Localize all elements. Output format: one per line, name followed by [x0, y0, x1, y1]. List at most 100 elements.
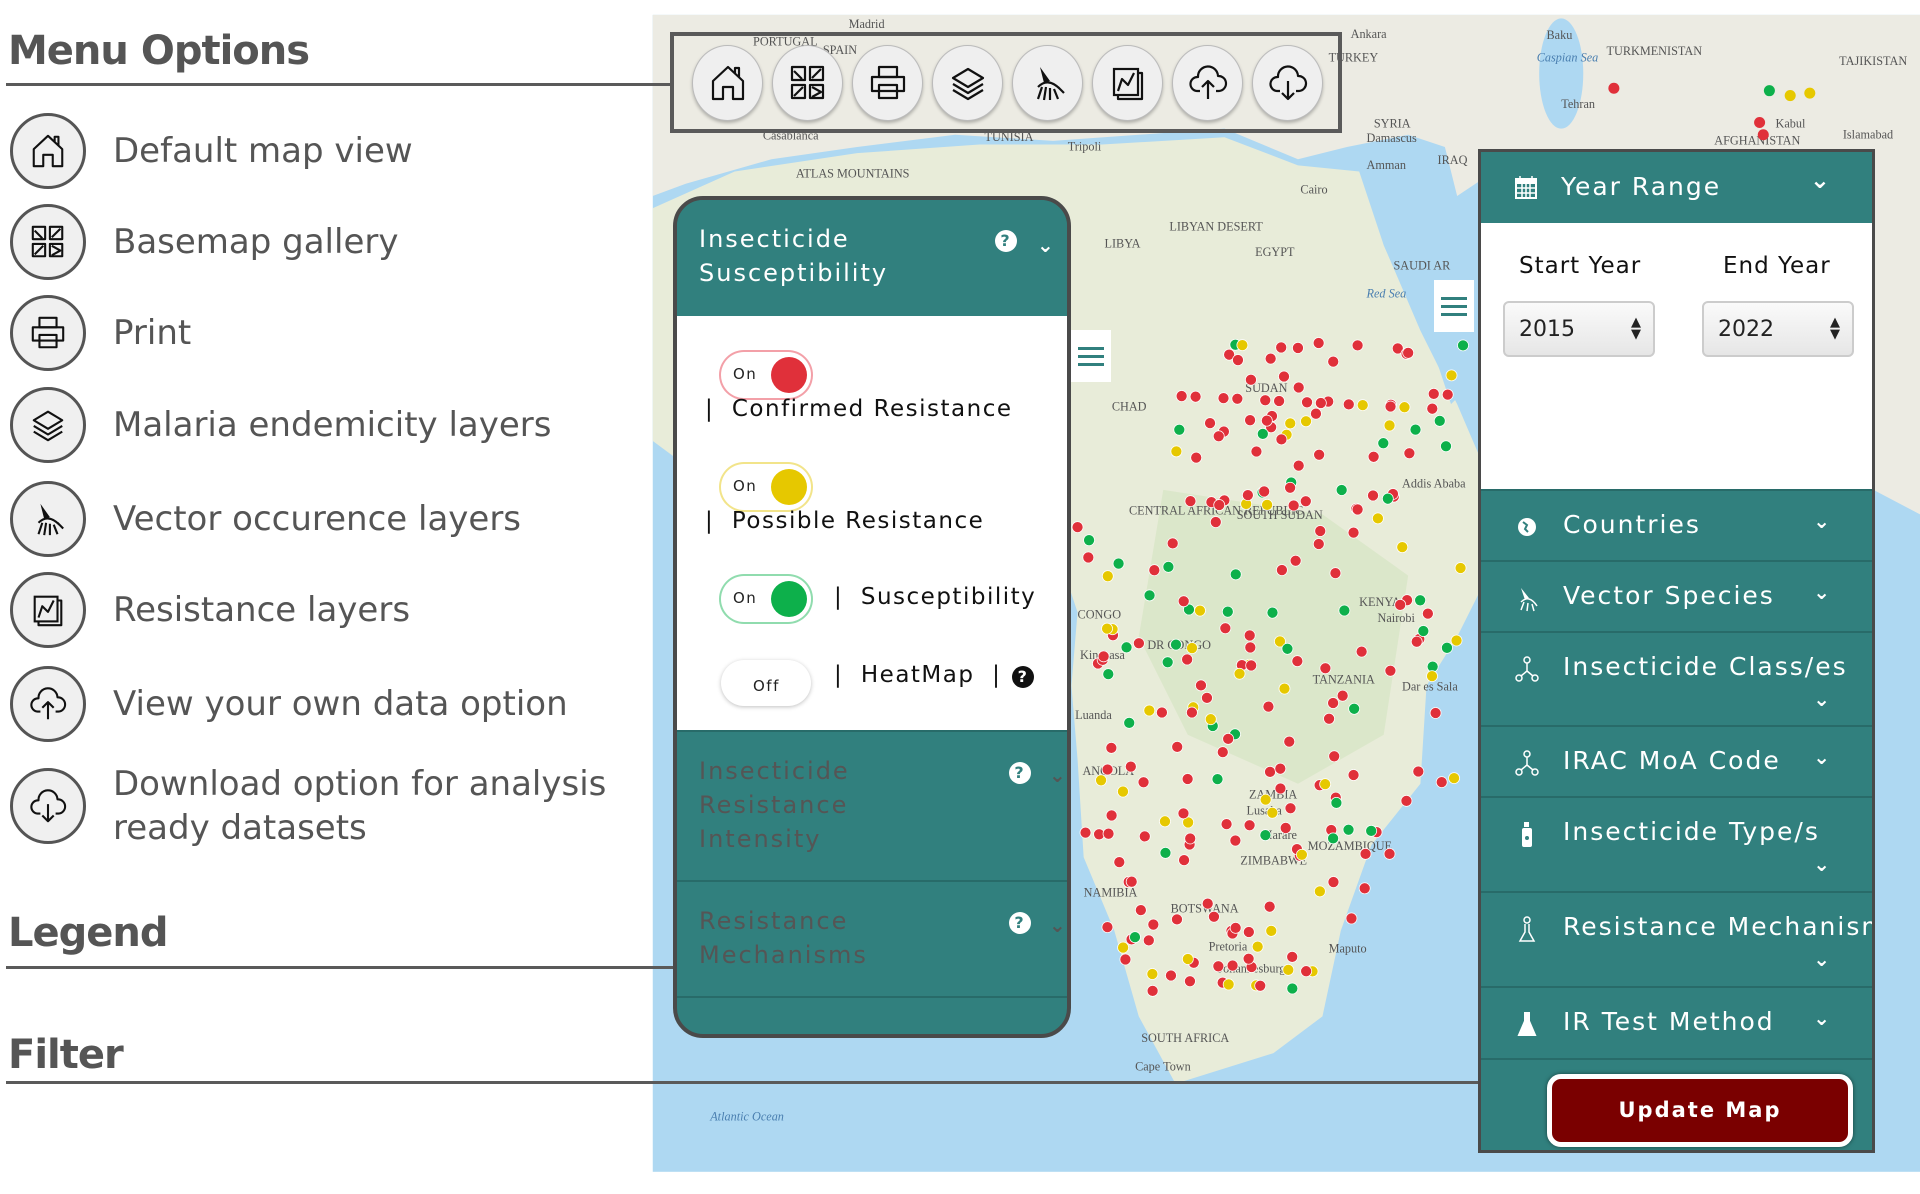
occurrence-marker[interactable] — [1242, 926, 1255, 938]
occurrence-marker[interactable] — [1129, 931, 1141, 944]
occurrence-marker[interactable] — [1365, 825, 1378, 837]
occurrence-marker[interactable] — [1261, 499, 1273, 511]
occurrence-marker[interactable] — [1102, 668, 1115, 681]
occurrence-marker[interactable] — [1265, 925, 1278, 937]
occurrence-marker[interactable] — [1266, 606, 1279, 619]
occurrence-marker[interactable] — [1245, 659, 1258, 672]
occurrence-marker[interactable] — [1292, 381, 1305, 394]
occurrence-marker[interactable] — [1426, 402, 1439, 415]
occurrence-marker[interactable] — [1133, 637, 1145, 650]
occurrence-marker[interactable] — [1181, 953, 1194, 965]
occurrence-marker[interactable] — [1383, 419, 1396, 432]
occurrence-marker[interactable] — [1208, 910, 1220, 923]
occurrence-marker[interactable] — [1219, 622, 1232, 635]
occurrence-marker[interactable] — [1204, 713, 1217, 726]
occurrence-marker[interactable] — [1259, 394, 1272, 407]
occurrence-marker[interactable] — [1445, 369, 1458, 382]
occurrence-marker[interactable] — [1175, 390, 1188, 402]
filter-insecticide-type-s[interactable]: Insecticide Type/s ⌄ — [1481, 796, 1872, 891]
occurrence-marker[interactable] — [1181, 653, 1194, 666]
occurrence-marker[interactable] — [1282, 963, 1295, 976]
occurrence-marker[interactable] — [1125, 875, 1138, 888]
occurrence-marker[interactable] — [1412, 765, 1425, 778]
occurrence-marker[interactable] — [1291, 655, 1304, 668]
insecticide-susceptibility-header[interactable]: Insecticide Susceptibility ? ⌄ — [677, 200, 1067, 316]
occurrence-marker[interactable] — [1161, 656, 1174, 669]
heatmap-help-icon[interactable]: ? — [1012, 666, 1034, 688]
layers-button[interactable] — [932, 44, 1003, 121]
occurrence-marker[interactable] — [1608, 82, 1620, 94]
occurrence-marker[interactable] — [1236, 339, 1249, 351]
occurrence-marker[interactable] — [1177, 595, 1190, 608]
occurrence-marker[interactable] — [1181, 773, 1194, 785]
end-year-select[interactable]: 2022 ▲ ▼ — [1702, 301, 1854, 357]
occurrence-marker[interactable] — [1165, 969, 1177, 982]
occurrence-marker[interactable] — [1101, 763, 1114, 776]
occurrence-marker[interactable] — [1082, 551, 1095, 564]
occurrence-marker[interactable] — [1105, 741, 1118, 754]
occurrence-marker[interactable] — [1251, 940, 1264, 953]
occurrence-marker[interactable] — [1213, 499, 1226, 511]
occurrence-marker[interactable] — [1226, 959, 1239, 972]
occurrence-marker[interactable] — [1757, 129, 1769, 141]
occurrence-marker[interactable] — [1319, 778, 1332, 790]
occurrence-marker[interactable] — [1338, 604, 1351, 617]
occurrence-marker[interactable] — [1101, 622, 1113, 635]
occurrence-marker[interactable] — [1204, 417, 1216, 429]
occurrence-marker[interactable] — [1441, 641, 1453, 654]
chevron-down-icon[interactable]: ⌄ — [1037, 228, 1056, 262]
chevron-down-icon[interactable]: ⌄ — [1813, 745, 1832, 769]
chevron-down-icon[interactable]: ⌄ — [1813, 580, 1832, 604]
occurrence-marker[interactable] — [1119, 953, 1132, 966]
occurrence-marker[interactable] — [1216, 746, 1229, 759]
occurrence-marker[interactable] — [1299, 495, 1312, 508]
occurrence-marker[interactable] — [1409, 423, 1422, 436]
occurrence-marker[interactable] — [1148, 564, 1161, 577]
mosquito-button[interactable] — [1012, 44, 1083, 121]
occurrence-marker[interactable] — [1178, 854, 1190, 867]
occurrence-marker[interactable] — [1083, 534, 1095, 547]
occurrence-marker[interactable] — [1345, 912, 1358, 925]
occurrence-marker[interactable] — [1300, 965, 1313, 978]
occurrence-marker[interactable] — [1319, 662, 1332, 675]
occurrence-marker[interactable] — [1281, 642, 1294, 655]
occurrence-marker[interactable] — [1457, 339, 1469, 352]
occurrence-marker[interactable] — [1101, 921, 1114, 933]
occurrence-marker[interactable] — [1300, 415, 1312, 428]
occurrence-marker[interactable] — [1101, 570, 1114, 583]
occurrence-marker[interactable] — [1286, 951, 1299, 963]
occurrence-marker[interactable] — [1275, 433, 1288, 446]
occurrence-marker[interactable] — [1102, 827, 1115, 840]
occurrence-marker[interactable] — [1359, 848, 1372, 860]
occurrence-marker[interactable] — [1314, 525, 1327, 537]
home-button[interactable] — [692, 44, 763, 121]
occurrence-marker[interactable] — [1403, 447, 1416, 460]
occurrence-marker[interactable] — [1323, 712, 1335, 725]
year-range-header[interactable]: Year Range ⌄ — [1481, 152, 1872, 223]
occurrence-marker[interactable] — [1195, 679, 1207, 692]
occurrence-marker[interactable] — [1327, 697, 1339, 709]
occurrence-marker[interactable] — [1400, 795, 1413, 807]
occurrence-marker[interactable] — [1410, 635, 1423, 648]
occurrence-marker[interactable] — [1250, 445, 1263, 458]
occurrence-marker[interactable] — [1358, 882, 1371, 895]
susceptibility-toggle[interactable]: On — [721, 576, 811, 622]
occurrence-marker[interactable] — [1450, 634, 1463, 647]
update-map-button[interactable]: Update Map — [1547, 1074, 1853, 1147]
chevron-down-icon[interactable]: ⌄ — [1813, 947, 1832, 971]
chevron-down-icon[interactable]: ⌄ — [1810, 166, 1832, 194]
occurrence-marker[interactable] — [1243, 819, 1256, 832]
occurrence-marker[interactable] — [1301, 396, 1313, 409]
occurrence-marker[interactable] — [1117, 785, 1129, 798]
occurrence-marker[interactable] — [1287, 499, 1300, 512]
occurrence-marker[interactable] — [1421, 607, 1434, 620]
occurrence-marker[interactable] — [1242, 952, 1255, 965]
occurrence-marker[interactable] — [1147, 918, 1160, 931]
occurrence-marker[interactable] — [1402, 346, 1415, 359]
occurrence-marker[interactable] — [1186, 642, 1198, 654]
occurrence-marker[interactable] — [1184, 832, 1197, 845]
filter-irac-moa-code[interactable]: IRAC MoA Code ⌄ — [1481, 725, 1872, 796]
occurrence-marker[interactable] — [1258, 485, 1271, 498]
occurrence-marker[interactable] — [1355, 645, 1368, 658]
occurrence-marker[interactable] — [1448, 772, 1460, 784]
